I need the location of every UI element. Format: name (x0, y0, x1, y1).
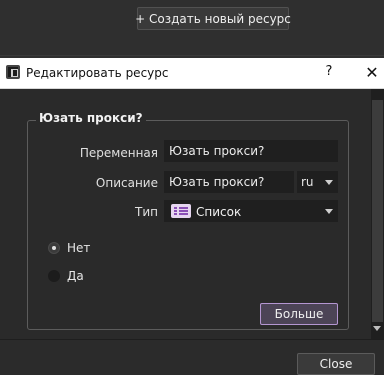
help-button[interactable]: ? (322, 64, 336, 82)
option-yes-label: Да (67, 269, 84, 283)
chevron-down-icon (325, 209, 333, 214)
divider (0, 55, 384, 56)
type-value: Список (196, 205, 242, 219)
scrollbar-thumb[interactable] (372, 100, 383, 322)
close-button[interactable]: Close (297, 353, 375, 375)
option-yes-radio[interactable] (48, 270, 60, 282)
divider (0, 339, 384, 340)
more-button[interactable]: Больше (260, 303, 338, 325)
option-no-radio[interactable] (48, 242, 60, 254)
option-no-label: Нет (67, 241, 91, 255)
scroll-down-icon[interactable] (373, 326, 381, 331)
variable-field[interactable]: Юзать прокси? (164, 140, 338, 162)
group-title: Юзать прокси? (36, 111, 146, 125)
description-label: Описание (95, 176, 158, 190)
dialog-title: Редактировать ресурс (26, 66, 169, 80)
description-field[interactable]: Юзать прокси? (164, 171, 294, 193)
list-icon (171, 204, 191, 218)
app-icon (6, 65, 20, 79)
dialog-titlebar: Редактировать ресурс ? ✕ (0, 58, 384, 89)
language-value: ru (301, 175, 314, 189)
type-label: Тип (135, 205, 158, 219)
create-resource-button[interactable]: + Создать новый ресурс (135, 7, 291, 30)
variable-label: Переменная (79, 146, 158, 160)
chevron-down-icon (325, 180, 333, 185)
close-icon[interactable]: ✕ (364, 63, 380, 82)
